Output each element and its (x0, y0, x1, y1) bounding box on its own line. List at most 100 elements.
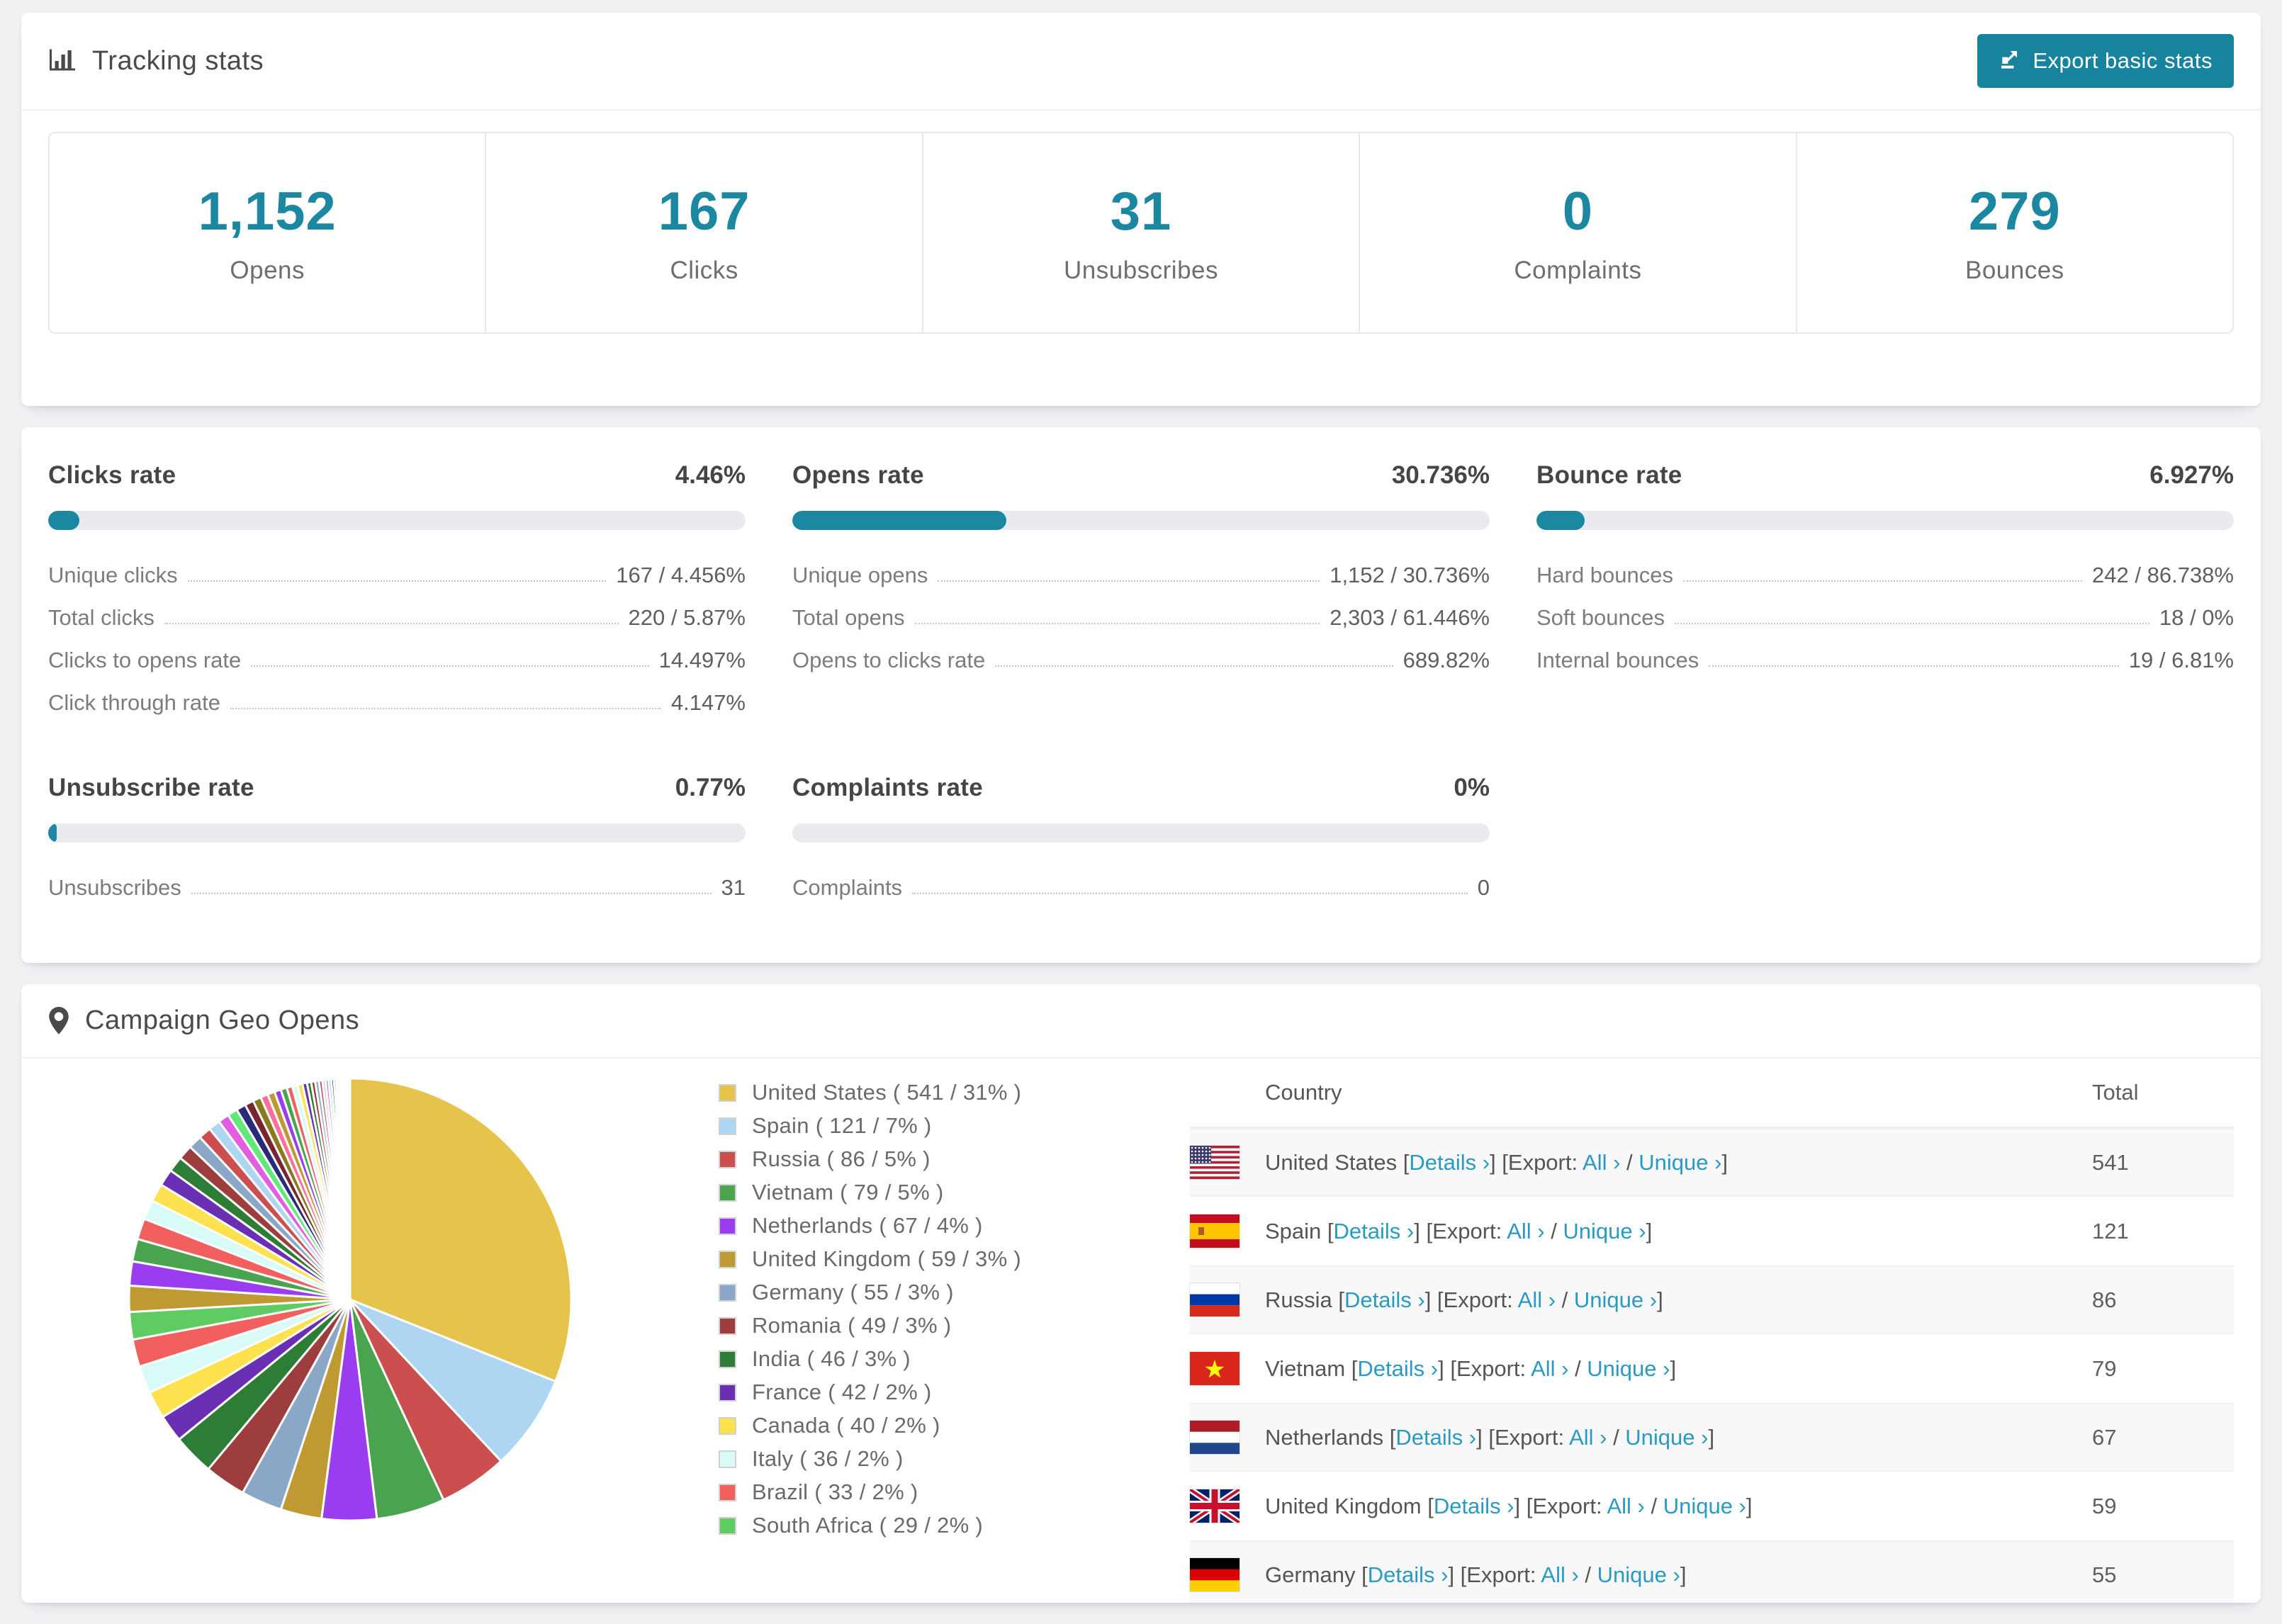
rate-row: Total clicks 220 / 5.87% (48, 605, 746, 631)
export-all-link[interactable]: All › (1518, 1287, 1556, 1312)
country-flag-icon (1189, 1489, 1240, 1523)
legend-label: Spain ( 121 / 7% ) (752, 1113, 932, 1138)
country-cell: Spain [Details ›] [Export: All › / Uniqu… (1189, 1214, 2092, 1248)
slash: / (1644, 1493, 1663, 1518)
pie-svg (128, 1077, 573, 1522)
legend-label: United Kingdom ( 59 / 3% ) (752, 1246, 1021, 1271)
total-cell: 55 (2092, 1562, 2117, 1587)
stat-value: 1,152 (198, 181, 337, 242)
legend-label: Canada ( 40 / 2% ) (752, 1413, 940, 1438)
rate-head: Opens rate 30.736% (792, 461, 1490, 490)
export-all-link[interactable]: All › (1569, 1425, 1607, 1450)
legend-swatch (719, 1083, 736, 1102)
bracket: ] (1646, 1218, 1653, 1244)
export-all-link[interactable]: All › (1531, 1356, 1568, 1381)
tracking-stats-card: Tracking stats Export basic stats 1,152 O… (21, 13, 2261, 406)
details-link[interactable]: Details › (1395, 1425, 1476, 1450)
rate-row-value: 167 / 4.456% (616, 563, 746, 587)
export-label: Export: (1466, 1562, 1541, 1587)
country-column-header: Country (1265, 1080, 1342, 1105)
details-link[interactable]: Details › (1368, 1562, 1449, 1587)
export-all-link[interactable]: All › (1541, 1562, 1578, 1587)
legend-label: Romania ( 49 / 3% ) (752, 1313, 952, 1338)
bracket: [ (1427, 1493, 1434, 1518)
table-row: Netherlands [Details ›] [Export: All › /… (1189, 1403, 2234, 1472)
country-row-text: Spain [Details ›] [Export: All › / Uniqu… (1265, 1219, 1652, 1244)
country-cell: Vietnam [Details ›] [Export: All › / Uni… (1189, 1351, 2092, 1386)
details-link[interactable]: Details › (1334, 1219, 1415, 1244)
export-unique-link[interactable]: Unique › (1639, 1150, 1721, 1175)
bracket: ] (1657, 1287, 1663, 1312)
rate-head: Bounce rate 6.927% (1536, 461, 2234, 490)
country-flag-icon (1189, 1145, 1240, 1180)
details-link[interactable]: Details › (1357, 1356, 1438, 1381)
tracking-stats-title: Tracking stats (48, 46, 264, 77)
country-row-text: United States [Details ›] [Export: All ›… (1265, 1150, 1728, 1175)
export-unique-link[interactable]: Unique › (1563, 1219, 1646, 1244)
page-title: Tracking stats (92, 45, 264, 76)
export-unique-link[interactable]: Unique › (1597, 1562, 1680, 1587)
details-link[interactable]: Details › (1434, 1494, 1514, 1518)
details-link[interactable]: Details › (1409, 1150, 1490, 1175)
stat-label: Clicks (670, 256, 738, 284)
export-basic-stats-button[interactable]: Export basic stats (1977, 34, 2234, 88)
legend-swatch (719, 1117, 736, 1135)
dotted-leader (914, 623, 1320, 624)
country-name: Vietnam (1265, 1355, 1351, 1381)
rate-progressbar-fill (48, 823, 57, 842)
rate-title: Opens rate (792, 461, 924, 489)
legend-item: India ( 46 / 3% ) (719, 1346, 1172, 1372)
tracking-stats-header: Tracking stats Export basic stats (21, 13, 2261, 111)
table-row: United States [Details ›] [Export: All ›… (1189, 1128, 2234, 1197)
geo-table-body: United States [Details ›] [Export: All ›… (1189, 1128, 2234, 1603)
rate-title: Bounce rate (1536, 461, 1682, 489)
export-unique-link[interactable]: Unique › (1574, 1287, 1657, 1312)
dotted-leader (187, 580, 607, 582)
export-all-link[interactable]: All › (1607, 1494, 1644, 1518)
pie-slice (347, 1077, 352, 1300)
export-unique-link[interactable]: Unique › (1663, 1494, 1746, 1518)
stat-box: 167 Clicks (486, 133, 923, 332)
legend-item: South Africa ( 29 / 2% ) (719, 1513, 1172, 1538)
rate-row: Click through rate 4.147% (48, 690, 746, 716)
rate-block: Bounce rate 6.927% Hard bounces 242 / 86.73… (1536, 461, 2234, 716)
rate-value: 4.46% (675, 461, 746, 489)
rate-row-value: 2,303 / 61.446% (1330, 605, 1490, 630)
country-row-text: Netherlands [Details ›] [Export: All › /… (1265, 1425, 1714, 1450)
bracket: ] [ (1414, 1218, 1433, 1244)
export-unique-link[interactable]: Unique › (1587, 1356, 1670, 1381)
rate-progressbar-fill (48, 511, 79, 530)
table-row: Russia [Details ›] [Export: All › / Uniq… (1189, 1265, 2234, 1334)
legend-label: India ( 46 / 3% ) (752, 1346, 911, 1371)
legend-swatch (719, 1450, 736, 1468)
rate-progressbar-fill (792, 511, 1007, 530)
bracket: [ (1327, 1218, 1334, 1244)
legend-item: Canada ( 40 / 2% ) (719, 1413, 1172, 1438)
export-unique-link[interactable]: Unique › (1625, 1425, 1708, 1450)
export-all-link[interactable]: All › (1507, 1219, 1544, 1244)
country-row-text: Russia [Details ›] [Export: All › / Uniq… (1265, 1287, 1663, 1313)
details-link[interactable]: Details › (1344, 1287, 1425, 1312)
rate-row-label: Clicks to opens rate (48, 648, 242, 672)
legend-item: Vietnam ( 79 / 5% ) (719, 1180, 1172, 1205)
stat-box: 31 Unsubscribes (923, 133, 1361, 332)
rate-row: Total opens 2,303 / 61.446% (792, 605, 1490, 631)
total-cell: 121 (2092, 1218, 2129, 1244)
dotted-leader (251, 665, 649, 667)
bar-chart-icon (48, 48, 77, 74)
stat-box: 1,152 Opens (50, 133, 487, 332)
legend-item: France ( 42 / 2% ) (719, 1380, 1172, 1405)
rate-row-label: Click through rate (48, 690, 220, 715)
legend-swatch (719, 1416, 736, 1435)
export-label: Export: (1432, 1218, 1507, 1244)
country-row-text: Germany [Details ›] [Export: All › / Uni… (1265, 1562, 1686, 1588)
rate-row: Soft bounces 18 / 0% (1536, 605, 2234, 631)
legend-label: France ( 42 / 2% ) (752, 1380, 932, 1404)
rate-rows: Hard bounces 242 / 86.738% Soft bounces 18 … (1536, 563, 2234, 673)
bracket: ] [ (1448, 1562, 1467, 1587)
rate-value: 6.927% (2149, 461, 2234, 489)
export-all-link[interactable]: All › (1583, 1150, 1620, 1175)
rate-row-label: Unique opens (792, 563, 928, 587)
legend-label: Italy ( 36 / 2% ) (752, 1446, 904, 1471)
bracket: ] (1708, 1424, 1715, 1450)
